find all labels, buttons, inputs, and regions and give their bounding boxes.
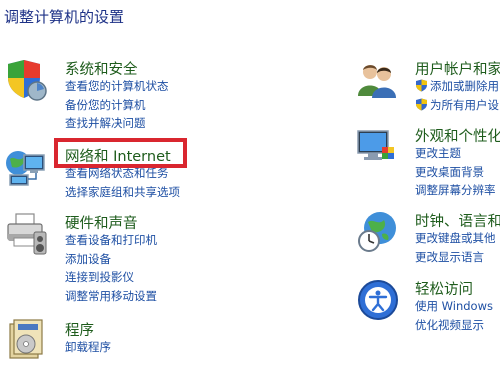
accessibility-icon[interactable] — [356, 278, 400, 322]
link-add-remove-users[interactable]: 添加或删除用 — [415, 77, 499, 96]
link-all-users-settings[interactable]: 为所有用户设 — [415, 96, 499, 115]
link-connect-projector[interactable]: 连接到投影仪 — [65, 268, 157, 287]
network-icon[interactable] — [4, 145, 48, 189]
link-homegroup-sharing[interactable]: 选择家庭组和共享选项 — [65, 183, 180, 202]
programs-icon[interactable] — [4, 318, 48, 362]
link-screen-resolution[interactable]: 调整屏幕分辨率 — [415, 181, 496, 200]
category-title-clock-language[interactable]: 时钟、语言和 — [415, 210, 500, 231]
link-change-desktop-background[interactable]: 更改桌面背景 — [415, 163, 496, 182]
uac-shield-icon — [416, 79, 427, 92]
link-all-users-settings-label: 为所有用户设 — [430, 97, 499, 112]
uac-shield-icon — [416, 98, 427, 110]
appearance-icon[interactable] — [356, 125, 400, 169]
page-title: 调整计算机的设置 — [4, 8, 125, 26]
highlight-box — [54, 138, 187, 168]
link-change-theme[interactable]: 更改主题 — [415, 144, 496, 163]
link-use-windows[interactable]: 使用 Windows — [415, 297, 493, 316]
category-title-hardware-sound[interactable]: 硬件和声音 — [65, 212, 138, 233]
category-title-user-accounts[interactable]: 用户帐户和家 — [415, 58, 500, 79]
category-title-ease-of-access[interactable]: 轻松访问 — [415, 278, 473, 299]
users-icon[interactable] — [356, 58, 400, 102]
link-mobility-settings[interactable]: 调整常用移动设置 — [65, 287, 157, 306]
link-optimize-video[interactable]: 优化视频显示 — [415, 316, 493, 335]
link-view-computer-status[interactable]: 查看您的计算机状态 — [65, 77, 169, 96]
category-title-appearance[interactable]: 外观和个性化 — [415, 125, 500, 146]
link-backup-computer[interactable]: 备份您的计算机 — [65, 96, 169, 115]
link-add-device[interactable]: 添加设备 — [65, 250, 157, 269]
shield-icon[interactable] — [4, 58, 48, 102]
clock-globe-icon[interactable] — [356, 210, 400, 254]
link-change-display-language[interactable]: 更改显示语言 — [415, 248, 496, 267]
link-add-remove-users-label: 添加或删除用 — [430, 79, 499, 93]
category-title-system-security[interactable]: 系统和安全 — [65, 58, 138, 79]
link-change-keyboard[interactable]: 更改键盘或其他 — [415, 229, 496, 248]
link-devices-printers[interactable]: 查看设备和打印机 — [65, 231, 157, 250]
link-find-fix-problems[interactable]: 查找并解决问题 — [65, 114, 169, 133]
category-title-programs[interactable]: 程序 — [65, 319, 94, 340]
printer-icon[interactable] — [4, 212, 48, 256]
link-uninstall-program[interactable]: 卸载程序 — [65, 338, 111, 357]
